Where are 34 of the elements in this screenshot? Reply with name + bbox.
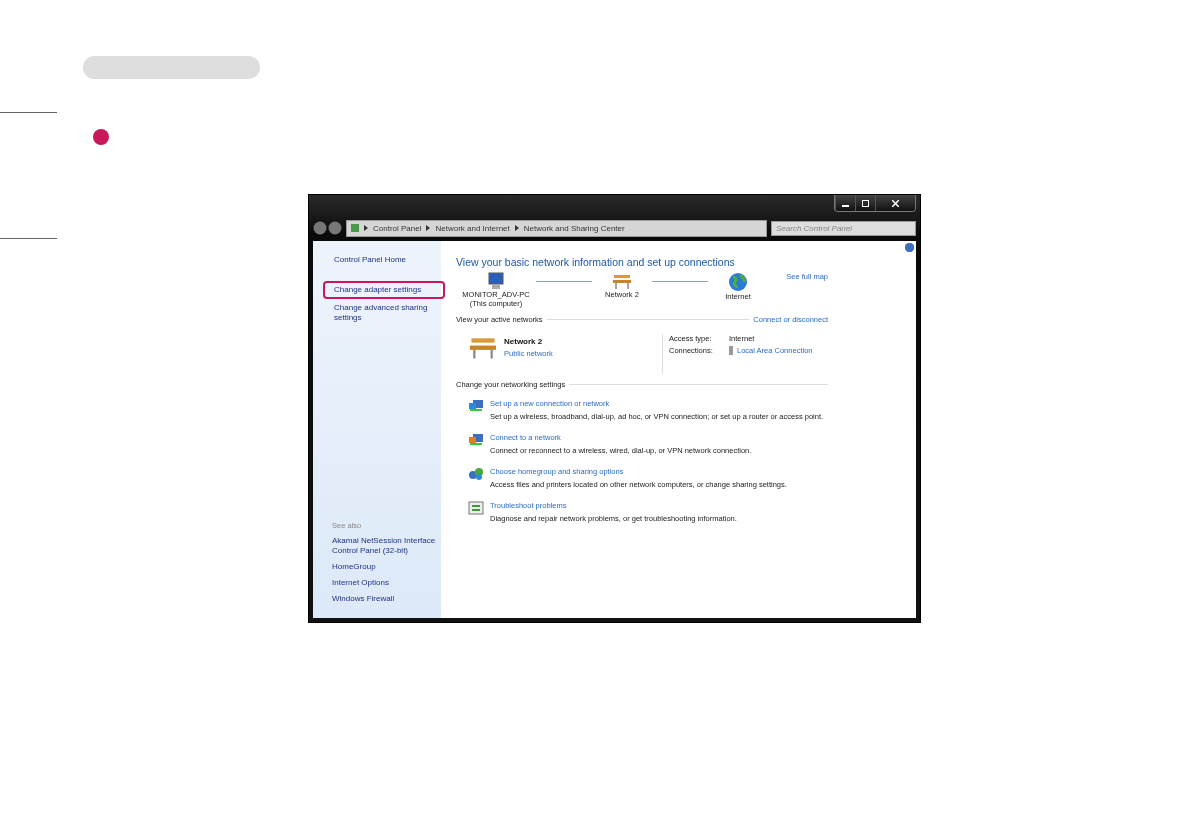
- close-icon: [892, 199, 899, 207]
- chevron-icon: [426, 225, 431, 231]
- forward-button-icon[interactable]: [328, 221, 342, 235]
- see-also-link[interactable]: Akamai NetSession Interface Control Panel (32-bit): [332, 536, 437, 556]
- see-also-link[interactable]: Internet Options: [332, 578, 437, 588]
- search-field[interactable]: Search Control Panel: [771, 220, 916, 236]
- help-icon[interactable]: [905, 243, 914, 252]
- breadcrumb-item[interactable]: Control Panel: [373, 223, 422, 233]
- breadcrumb-item[interactable]: Network and Internet: [435, 223, 510, 233]
- sidebar-link[interactable]: Control Panel Home: [323, 251, 445, 269]
- see-also-link[interactable]: HomeGroup: [332, 562, 437, 572]
- minimize-button[interactable]: [835, 195, 855, 211]
- ethernet-icon: [729, 346, 733, 355]
- chevron-icon: [364, 225, 368, 231]
- network-name: Network 2: [504, 337, 544, 346]
- network-connect-icon: [468, 433, 484, 447]
- sidebar-link[interactable]: Change adapter settings: [323, 281, 445, 299]
- maximize-icon: [862, 199, 869, 207]
- address-bar[interactable]: Control Panel Network and Internet Network and Sharing Center: [346, 219, 767, 237]
- breadcrumb-item[interactable]: Network and Sharing Center: [523, 223, 625, 233]
- maximize-button[interactable]: [855, 195, 875, 211]
- bench-icon: [612, 272, 632, 290]
- chevron-icon: [514, 225, 519, 231]
- back-button-icon[interactable]: [313, 221, 327, 235]
- computer-icon: [486, 272, 506, 290]
- close-button[interactable]: [875, 195, 915, 211]
- sidebar-link[interactable]: Change advanced sharing settings: [323, 299, 445, 327]
- control-panel-icon: [351, 224, 359, 232]
- globe-icon: [728, 272, 748, 292]
- see-also-link[interactable]: Windows Firewall: [332, 594, 437, 604]
- homegroup-icon: [468, 467, 484, 481]
- page-title: View your basic network information and set up connections: [456, 256, 736, 268]
- troubleshoot-icon: [468, 501, 484, 515]
- network-setup-icon: [468, 399, 484, 413]
